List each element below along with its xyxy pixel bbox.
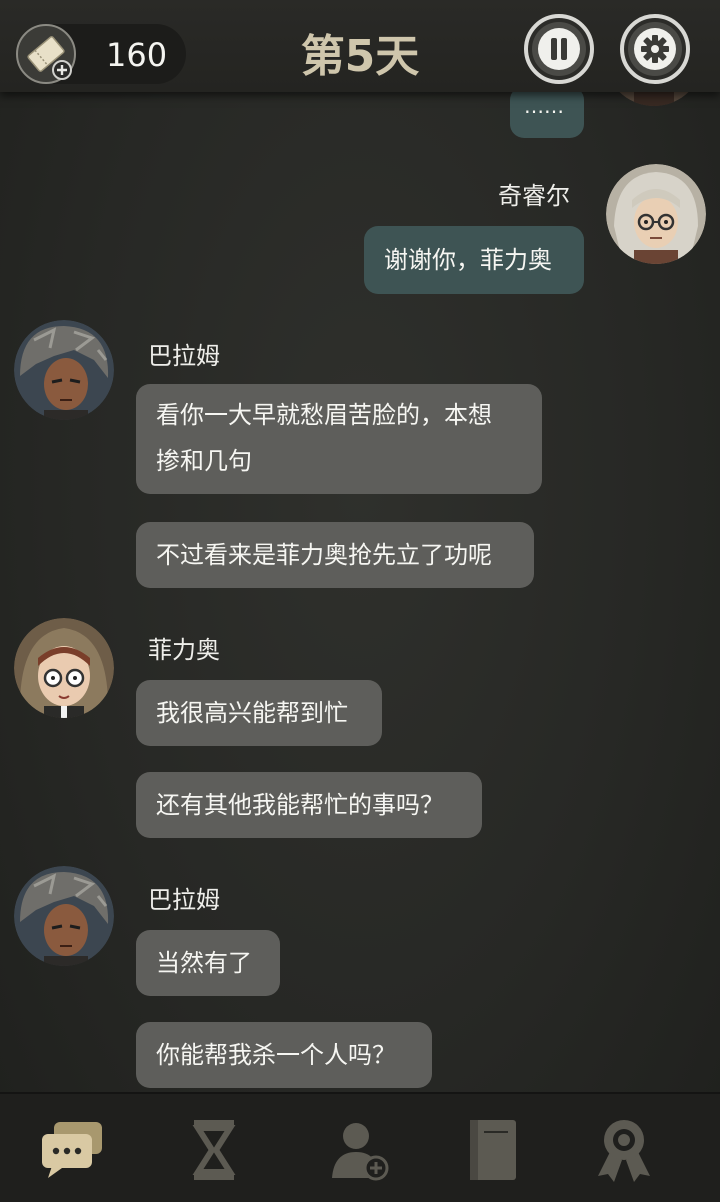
top-bar: 160 第5天 bbox=[0, 0, 720, 92]
pause-button[interactable] bbox=[524, 14, 594, 84]
nav-add-contact[interactable] bbox=[322, 1112, 398, 1188]
award-ribbon-icon bbox=[598, 1120, 650, 1182]
message-text: 还有其他我能帮忙的事吗？ bbox=[156, 791, 444, 819]
chat-bubbles-icon bbox=[42, 1122, 102, 1178]
message-bubble: 你能帮我杀一个人吗？ bbox=[136, 1022, 432, 1088]
add-person-icon bbox=[332, 1123, 389, 1181]
message-bubble: 不过看来是菲力奥抢先立了功呢 bbox=[136, 522, 534, 588]
nav-achievements[interactable] bbox=[586, 1112, 662, 1188]
avatar-feiliao bbox=[14, 618, 114, 718]
message-bubble: 看你一大早就愁眉苦脸的，本想 掺和几句 bbox=[136, 384, 542, 494]
pause-icon bbox=[538, 28, 580, 70]
avatar-balamu bbox=[14, 866, 114, 966]
message-text: 当然有了 bbox=[156, 949, 252, 977]
message-text: …… bbox=[524, 94, 564, 118]
message-text-line: 看你一大早就愁眉苦脸的，本想 bbox=[156, 401, 492, 429]
nav-journal[interactable] bbox=[454, 1112, 530, 1188]
message-text: 我很高兴能帮到忙 bbox=[156, 699, 348, 727]
avatar-qiruier bbox=[606, 164, 706, 264]
nav-chat[interactable] bbox=[34, 1112, 110, 1188]
nav-timeline[interactable] bbox=[176, 1112, 252, 1188]
message-bubble: 当然有了 bbox=[136, 930, 280, 996]
book-icon bbox=[470, 1120, 516, 1180]
message-bubble: 谢谢你，菲力奥 bbox=[364, 226, 584, 294]
message-bubble: 我很高兴能帮到忙 bbox=[136, 680, 382, 746]
sender-name: 菲力奥 bbox=[148, 636, 220, 664]
sender-name: 巴拉姆 bbox=[148, 342, 220, 370]
hourglass-icon bbox=[192, 1120, 236, 1180]
message-text-line: 掺和几句 bbox=[156, 447, 252, 475]
gear-icon bbox=[634, 28, 676, 70]
settings-button[interactable] bbox=[620, 14, 690, 84]
sender-name: 巴拉姆 bbox=[148, 886, 220, 914]
message-bubble: …… bbox=[510, 86, 584, 138]
chat-log[interactable]: …… 奇睿尔 谢谢你，菲力奥 巴拉姆 看你一大早就愁眉苦脸的，本想 掺和几句 不… bbox=[0, 0, 720, 1092]
message-text: 谢谢你，菲力奥 bbox=[384, 246, 552, 274]
message-text: 你能帮我杀一个人吗？ bbox=[156, 1041, 396, 1069]
message-bubble: 还有其他我能帮忙的事吗？ bbox=[136, 772, 482, 838]
avatar-balamu bbox=[14, 320, 114, 420]
sender-name: 奇睿尔 bbox=[498, 182, 570, 210]
bottom-nav bbox=[0, 1092, 720, 1202]
day-title: 第5天 bbox=[300, 31, 420, 82]
message-text: 不过看来是菲力奥抢先立了功呢 bbox=[156, 541, 492, 569]
